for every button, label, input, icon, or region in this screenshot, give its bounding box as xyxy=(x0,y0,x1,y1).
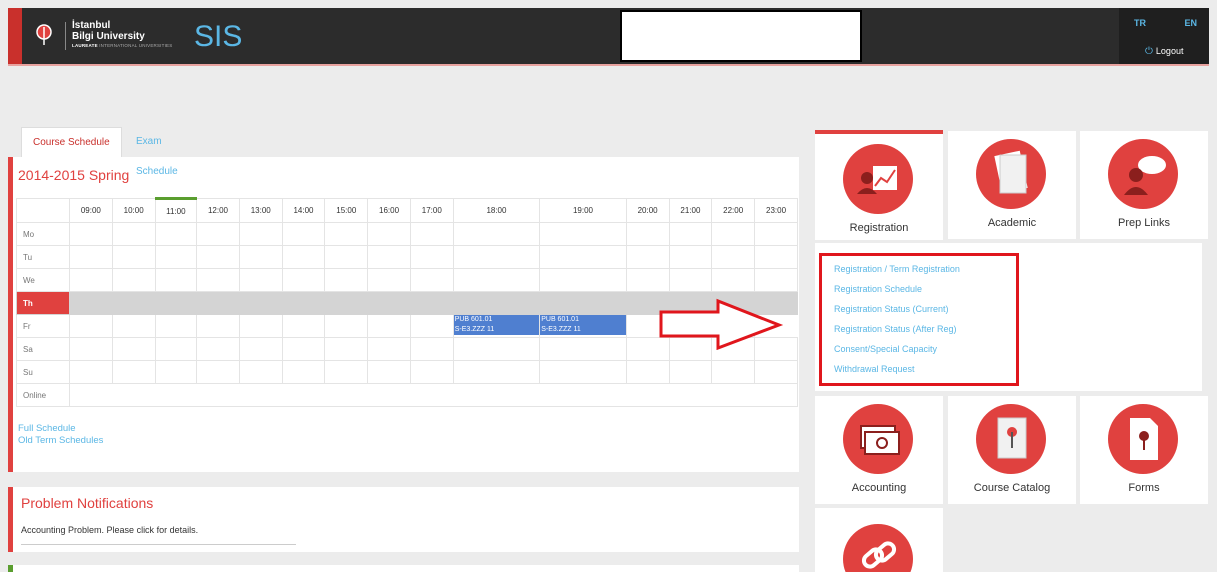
day-row: We xyxy=(16,268,798,292)
tab-exam-schedule[interactable]: Exam Schedule xyxy=(125,127,189,177)
hour-header: 18:00 xyxy=(452,198,541,223)
day-label: Su xyxy=(16,360,70,384)
tile-label: Academic xyxy=(987,217,1037,229)
logout-label: Logout xyxy=(1155,46,1184,56)
old-term-schedules-link[interactable]: Old Term Schedules xyxy=(18,435,103,447)
class-code: PUB 601.01 xyxy=(454,316,493,323)
university-name-line2: Bilgi University xyxy=(72,31,145,42)
hour-header: 17:00 xyxy=(409,198,454,223)
notification-item[interactable]: Accounting Problem. Please click for det… xyxy=(21,525,198,535)
tile-course-catalog[interactable]: Course Catalog xyxy=(948,396,1076,504)
top-header: İstanbul Bilgi University LAUREATE INTER… xyxy=(8,8,1209,65)
day-row: Mo xyxy=(16,222,798,246)
menu-item-status-current[interactable]: Registration Status (Current) xyxy=(834,304,949,314)
university-affiliation: LAUREATE INTERNATIONAL UNIVERSITIES xyxy=(72,43,173,48)
hour-header: 12:00 xyxy=(196,198,240,223)
class-room: S-E3.ZZZ 11 xyxy=(454,326,495,333)
tile-forms[interactable]: Forms xyxy=(1080,396,1208,504)
menu-item-withdrawal-request[interactable]: Withdrawal Request xyxy=(834,364,915,374)
hour-header: 16:00 xyxy=(367,198,411,223)
hour-header: 09:00 xyxy=(69,198,113,223)
class-block[interactable]: PUB 601.01 S-E3.ZZZ 11 xyxy=(540,315,626,335)
bottom-panel-edge xyxy=(8,565,799,572)
hour-header: 20:00 xyxy=(625,198,670,223)
day-label: We xyxy=(16,268,70,292)
tile-registration[interactable]: Registration xyxy=(815,130,943,240)
day-label: Online xyxy=(16,383,70,407)
university-logo-icon[interactable] xyxy=(34,24,54,46)
class-room: S-E3.ZZZ 11 xyxy=(541,326,581,333)
day-row: Tu xyxy=(16,245,798,269)
language-tr-link[interactable]: TR xyxy=(1134,18,1146,28)
language-logout-panel: TR EN ⏻ Logout xyxy=(1119,8,1209,65)
prep-links-icon xyxy=(1108,139,1178,209)
menu-item-status-after-reg[interactable]: Registration Status (After Reg) xyxy=(834,324,957,334)
corner-cell xyxy=(16,198,70,223)
day-row-online: Online xyxy=(16,383,798,407)
hour-header: 15:00 xyxy=(324,198,369,223)
header-underline xyxy=(8,64,1209,66)
logout-button[interactable]: ⏻ Logout xyxy=(1145,46,1183,57)
power-icon: ⏻ xyxy=(1145,46,1153,57)
day-label-today: Th xyxy=(16,291,70,315)
tile-academic[interactable]: Academic xyxy=(948,131,1076,239)
hour-header-current: 11:00 xyxy=(154,197,198,223)
class-cell: PUB 601.01 S-E3.ZZZ 11 xyxy=(539,314,627,338)
day-label: Mo xyxy=(16,222,70,246)
app-title[interactable]: SIS xyxy=(194,20,242,54)
day-label: Fr xyxy=(16,314,70,338)
hour-header: 23:00 xyxy=(754,198,798,223)
hours-header-row: 09:00 10:00 11:00 12:00 13:00 14:00 15:0… xyxy=(16,197,798,223)
day-label: Sa xyxy=(16,337,70,361)
hour-header: 10:00 xyxy=(111,198,156,223)
tile-label: Registration xyxy=(849,222,909,234)
hour-header: 22:00 xyxy=(711,198,756,223)
tab-bar: Course Schedule Exam Schedule xyxy=(8,127,799,177)
tile-links[interactable] xyxy=(815,508,943,572)
class-block[interactable]: PUB 601.01 S-E3.ZZZ 11 xyxy=(453,315,540,335)
header-accent-strip xyxy=(8,8,22,65)
notifications-title: Problem Notifications xyxy=(21,495,154,511)
chain-link-icon xyxy=(843,524,913,572)
menu-item-term-registration[interactable]: Registration / Term Registration xyxy=(834,264,960,274)
panel-accent-bar xyxy=(8,157,13,472)
problem-notifications-panel: Problem Notifications Accounting Problem… xyxy=(8,487,799,552)
hour-header: 13:00 xyxy=(238,198,283,223)
hour-header: 14:00 xyxy=(281,198,326,223)
divider xyxy=(21,544,296,545)
day-row: Su xyxy=(16,360,798,384)
redacted-user-box xyxy=(620,10,862,62)
university-name-line1: İstanbul xyxy=(72,20,111,31)
hour-header: 19:00 xyxy=(539,198,627,223)
registration-icon xyxy=(843,144,913,214)
menu-item-consent-special-capacity[interactable]: Consent/Special Capacity xyxy=(834,344,937,354)
panel-accent-bar xyxy=(8,565,13,572)
schedule-links: Full Schedule Old Term Schedules xyxy=(18,423,103,447)
tile-label: Course Catalog xyxy=(973,482,1051,494)
full-schedule-link[interactable]: Full Schedule xyxy=(18,423,103,435)
class-cell: PUB 601.01 S-E3.ZZZ 11 xyxy=(452,314,541,338)
accounting-icon xyxy=(843,404,913,474)
academic-icon xyxy=(976,139,1046,209)
tile-accounting[interactable]: Accounting xyxy=(815,396,943,504)
forms-icon xyxy=(1108,404,1178,474)
menu-item-registration-schedule[interactable]: Registration Schedule xyxy=(834,284,922,294)
annotation-arrow-icon xyxy=(659,298,784,350)
term-title: 2014-2015 Spring xyxy=(18,167,130,183)
logo-separator xyxy=(65,22,66,50)
day-label: Tu xyxy=(16,245,70,269)
course-catalog-icon xyxy=(976,404,1046,474)
class-code: PUB 601.01 xyxy=(541,316,579,323)
tile-label: Forms xyxy=(1128,482,1160,494)
language-en-link[interactable]: EN xyxy=(1184,18,1197,28)
tile-label: Prep Links xyxy=(1118,217,1170,229)
panel-accent-bar xyxy=(8,487,13,552)
tile-prep-links[interactable]: Prep Links xyxy=(1080,131,1208,239)
tile-label: Accounting xyxy=(851,482,907,494)
tab-course-schedule[interactable]: Course Schedule xyxy=(21,127,122,157)
registration-submenu: Registration / Term Registration Registr… xyxy=(815,243,1202,391)
hour-header: 21:00 xyxy=(668,198,713,223)
